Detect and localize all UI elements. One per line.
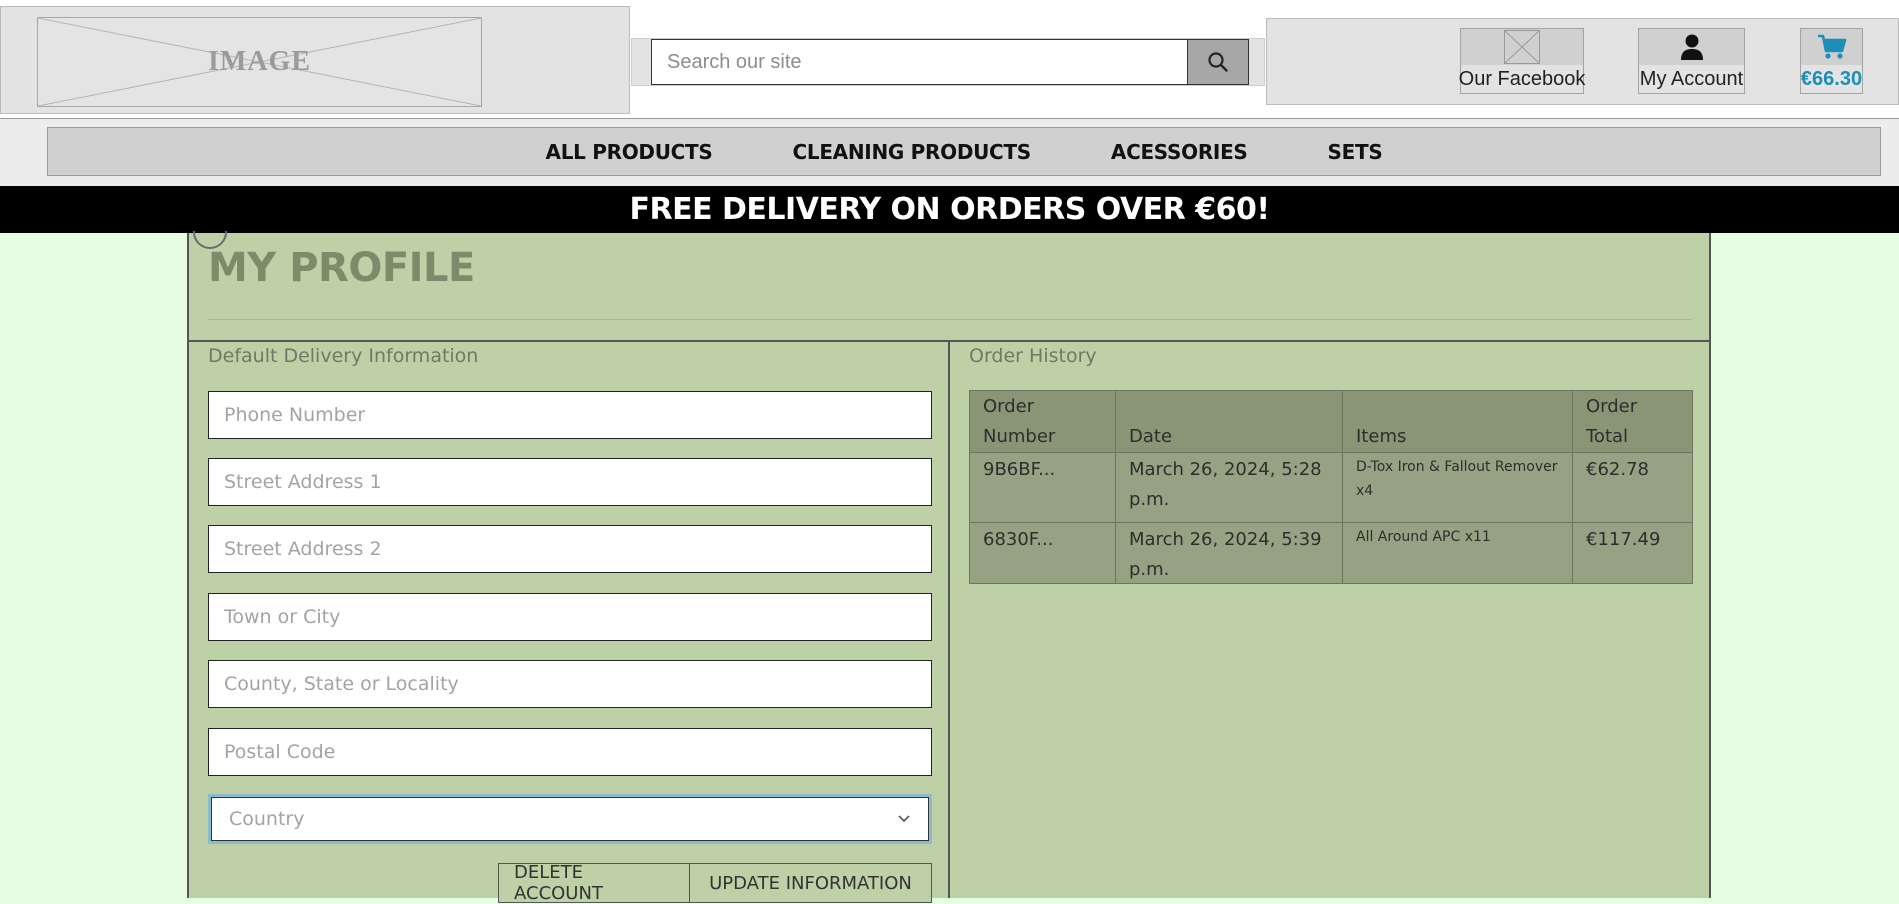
cart-link[interactable]: €66.30 bbox=[1800, 28, 1863, 94]
column-header-order-number: Order Number bbox=[970, 391, 1116, 452]
chevron-down-icon bbox=[898, 815, 910, 823]
country-select-value: Country bbox=[229, 808, 305, 830]
order-number-link[interactable]: 9B6BF... bbox=[970, 453, 1116, 522]
account-link[interactable]: My Account bbox=[1638, 28, 1745, 94]
table-row: 9B6BF... March 26, 2024, 5:28 p.m. D-Tox… bbox=[970, 453, 1692, 523]
order-date: March 26, 2024, 5:28 p.m. bbox=[1116, 453, 1343, 522]
column-header-date: Date bbox=[1116, 391, 1343, 452]
column-divider bbox=[948, 341, 950, 898]
street-address-1-field[interactable] bbox=[208, 458, 932, 506]
user-icon bbox=[1680, 34, 1703, 60]
title-divider bbox=[208, 319, 1692, 320]
search-input[interactable] bbox=[651, 39, 1188, 85]
main-nav: ALL PRODUCTS CLEANING PRODUCTS ACESSORIE… bbox=[47, 127, 1881, 176]
logo[interactable]: IMAGE bbox=[37, 17, 482, 107]
search-bar bbox=[631, 38, 1265, 86]
town-or-city-field[interactable] bbox=[208, 593, 932, 641]
column-header-order-total: Order Total bbox=[1586, 396, 1638, 447]
delete-account-button[interactable]: DELETE ACCOUNT bbox=[498, 862, 690, 904]
page-title: MY PROFILE bbox=[208, 245, 475, 291]
order-total: €62.78 bbox=[1586, 459, 1649, 480]
order-items: All Around APC x11 bbox=[1343, 523, 1573, 583]
logo-text: IMAGE bbox=[208, 46, 311, 77]
delivery-heading: Default Delivery Information bbox=[208, 345, 479, 367]
nav-cleaning-products[interactable]: CLEANING PRODUCTS bbox=[793, 140, 1032, 164]
order-number-link[interactable]: 6830F... bbox=[970, 523, 1116, 583]
phone-number-field[interactable] bbox=[208, 391, 932, 439]
cart-icon-area bbox=[1801, 29, 1862, 65]
facebook-icon bbox=[1504, 30, 1540, 64]
logo-container: IMAGE bbox=[0, 6, 630, 114]
delivery-banner: FREE DELIVERY ON ORDERS OVER €60! bbox=[0, 186, 1899, 233]
county-field[interactable] bbox=[208, 660, 932, 708]
postal-code-field[interactable] bbox=[208, 728, 932, 776]
profile-actions: DELETE ACCOUNT UPDATE INFORMATION bbox=[498, 862, 932, 904]
country-select[interactable]: Country bbox=[208, 794, 932, 844]
nav-all-products[interactable]: ALL PRODUCTS bbox=[546, 140, 713, 164]
cart-icon bbox=[1817, 34, 1846, 59]
nav-accessories[interactable]: ACESSORIES bbox=[1111, 140, 1248, 164]
cart-total: €66.30 bbox=[1800, 68, 1863, 90]
profile-panel: MY PROFILE Default Delivery Information … bbox=[187, 231, 1711, 904]
site-header: IMAGE Our Facebook bbox=[0, 0, 1899, 119]
facebook-label: Our Facebook bbox=[1458, 68, 1586, 90]
facebook-link[interactable]: Our Facebook bbox=[1458, 28, 1586, 94]
table-row: 6830F... March 26, 2024, 5:39 p.m. All A… bbox=[970, 523, 1692, 583]
update-information-button[interactable]: UPDATE INFORMATION bbox=[690, 863, 932, 903]
header-links: Our Facebook My Account €66.30 bbox=[1266, 18, 1899, 105]
order-date: March 26, 2024, 5:39 p.m. bbox=[1116, 523, 1343, 583]
order-history-heading: Order History bbox=[969, 345, 1097, 367]
search-icon bbox=[1208, 52, 1228, 72]
order-total: €117.49 bbox=[1586, 529, 1661, 550]
facebook-icon-area bbox=[1461, 29, 1583, 65]
account-label: My Account bbox=[1639, 68, 1744, 90]
search-button[interactable] bbox=[1187, 39, 1249, 85]
table-header-row: Order Number Date Items Order Total bbox=[970, 391, 1692, 453]
nav-sets[interactable]: SETS bbox=[1328, 140, 1383, 164]
column-header-items: Items bbox=[1343, 391, 1573, 452]
account-icon-area bbox=[1639, 29, 1744, 65]
order-history-table: Order Number Date Items Order Total 9B6B… bbox=[969, 390, 1693, 584]
nav-band: ALL PRODUCTS CLEANING PRODUCTS ACESSORIE… bbox=[0, 119, 1899, 186]
street-address-2-field[interactable] bbox=[208, 525, 932, 573]
order-items: D-Tox Iron & Fallout Remover x4 bbox=[1343, 453, 1573, 522]
